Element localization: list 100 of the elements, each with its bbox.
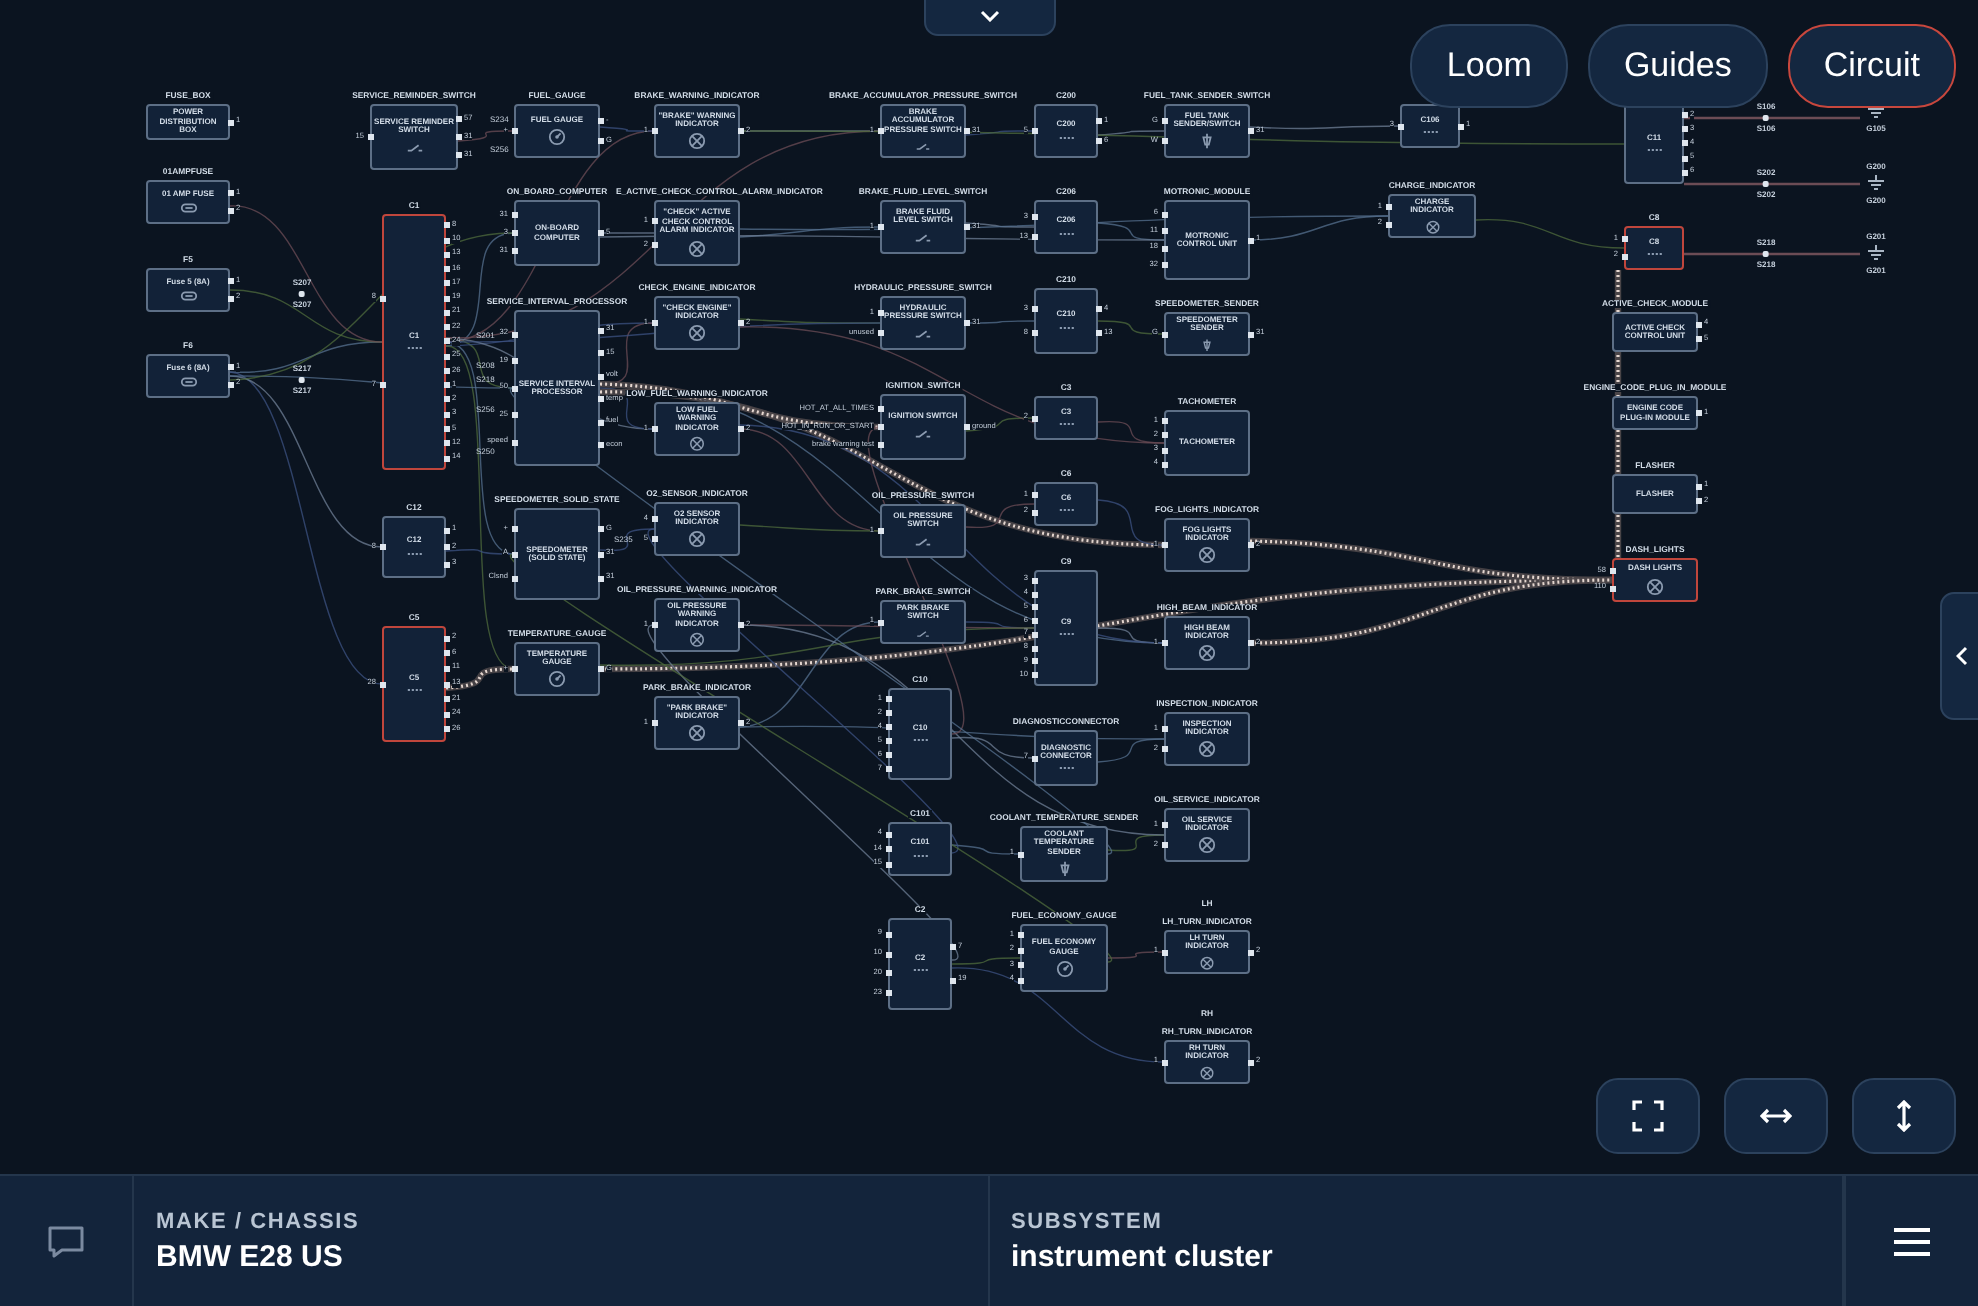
pin-marker [1385, 204, 1391, 211]
pin-marker [1609, 568, 1615, 575]
fuse-icon [179, 202, 197, 215]
pin-marker [1695, 321, 1701, 328]
pin-marker [877, 310, 883, 316]
pin-marker [511, 439, 517, 445]
pin-marker [651, 320, 657, 326]
ground-icon [1866, 245, 1886, 263]
lamp-icon [1198, 644, 1216, 663]
connector-icon [1057, 229, 1075, 238]
pin-marker [443, 440, 449, 447]
field-value: BMW E28 US [156, 1239, 345, 1273]
pin-marker [885, 931, 891, 938]
pin-marker [1031, 618, 1037, 625]
pin-marker [1017, 962, 1023, 969]
pin-marker [511, 666, 517, 672]
pin-marker [1031, 591, 1037, 598]
ground-icon [1866, 175, 1886, 193]
pin-marker [1161, 118, 1167, 124]
lamp-icon [1198, 740, 1216, 759]
pin-marker [511, 128, 517, 134]
pin-marker [1609, 585, 1615, 592]
pin-marker [1161, 245, 1167, 252]
pin-marker [597, 551, 603, 557]
pin-marker [877, 528, 883, 534]
fit-height-button[interactable] [1852, 1078, 1956, 1154]
connector-icon [1645, 146, 1663, 155]
pin-marker [1161, 228, 1167, 235]
fuse-icon [179, 290, 197, 303]
pin-marker [597, 230, 603, 236]
pin-marker [1161, 1059, 1167, 1065]
pin-marker [379, 544, 385, 550]
pin-marker [1695, 483, 1701, 490]
pin-marker [597, 138, 603, 144]
lamp-icon [688, 632, 706, 648]
pin-marker [885, 990, 891, 997]
pin-marker [737, 320, 743, 326]
lamp-icon [1198, 836, 1216, 855]
pin-marker [1095, 330, 1101, 336]
pin-marker [877, 424, 883, 430]
chat-icon[interactable] [46, 1223, 86, 1259]
pin-marker [1031, 645, 1037, 652]
pin-marker [443, 711, 449, 718]
pin-marker [227, 119, 233, 125]
pin-marker [1247, 542, 1253, 548]
pin-marker [949, 944, 955, 951]
pin-marker [511, 526, 517, 533]
splice-point [299, 377, 305, 383]
pin-marker [651, 218, 657, 224]
pin-marker [1031, 234, 1037, 240]
pin-marker [1695, 336, 1701, 343]
lamp-icon [1646, 577, 1664, 596]
pin-marker [651, 128, 657, 134]
connector-icon [911, 736, 929, 745]
pin-marker [1161, 542, 1167, 548]
pin-marker [597, 442, 603, 449]
pin-marker [651, 426, 657, 432]
pin-marker [877, 619, 883, 625]
pin-marker [443, 455, 449, 462]
pin-marker [443, 324, 449, 331]
pin-marker [227, 190, 233, 197]
pin-marker [443, 726, 449, 733]
menu-icon[interactable] [1892, 1225, 1932, 1257]
pin-marker [443, 251, 449, 258]
pin-marker [443, 665, 449, 672]
pin-marker [885, 710, 891, 716]
view-tab[interactable]: Circuit [1787, 24, 1956, 108]
chevron-down-icon [980, 10, 1000, 22]
pin-marker [1031, 755, 1037, 761]
connector-icon [1645, 250, 1663, 259]
pin-marker [651, 242, 657, 248]
pin-marker [443, 237, 449, 244]
lamp-icon [688, 436, 706, 452]
pin-marker [1031, 577, 1037, 584]
connector-icon [1057, 420, 1075, 429]
pin-marker [511, 212, 517, 218]
connector-icon [1057, 630, 1075, 639]
pin-marker [1161, 640, 1167, 646]
connector-icon [405, 686, 423, 695]
pin-marker [1695, 498, 1701, 505]
pin-marker [1247, 128, 1253, 134]
pin-marker [443, 544, 449, 550]
pin-marker [1031, 658, 1037, 665]
view-tab[interactable]: Loom [1410, 24, 1568, 108]
pin-marker [885, 861, 891, 867]
pin-marker [737, 128, 743, 134]
pin-marker [1681, 155, 1687, 162]
gauge-icon [548, 670, 566, 689]
sensor-icon [1198, 132, 1216, 151]
pin-marker [737, 426, 743, 432]
pin-marker [227, 364, 233, 371]
pin-marker [443, 338, 449, 345]
pin-marker [1161, 746, 1167, 752]
pin-marker [1247, 331, 1253, 337]
fit-button[interactable] [1596, 1078, 1700, 1154]
pin-marker [651, 516, 657, 522]
connector-icon [405, 344, 423, 353]
fit-width-button[interactable] [1724, 1078, 1828, 1154]
pin-marker [1681, 140, 1687, 147]
pin-marker [885, 831, 891, 837]
